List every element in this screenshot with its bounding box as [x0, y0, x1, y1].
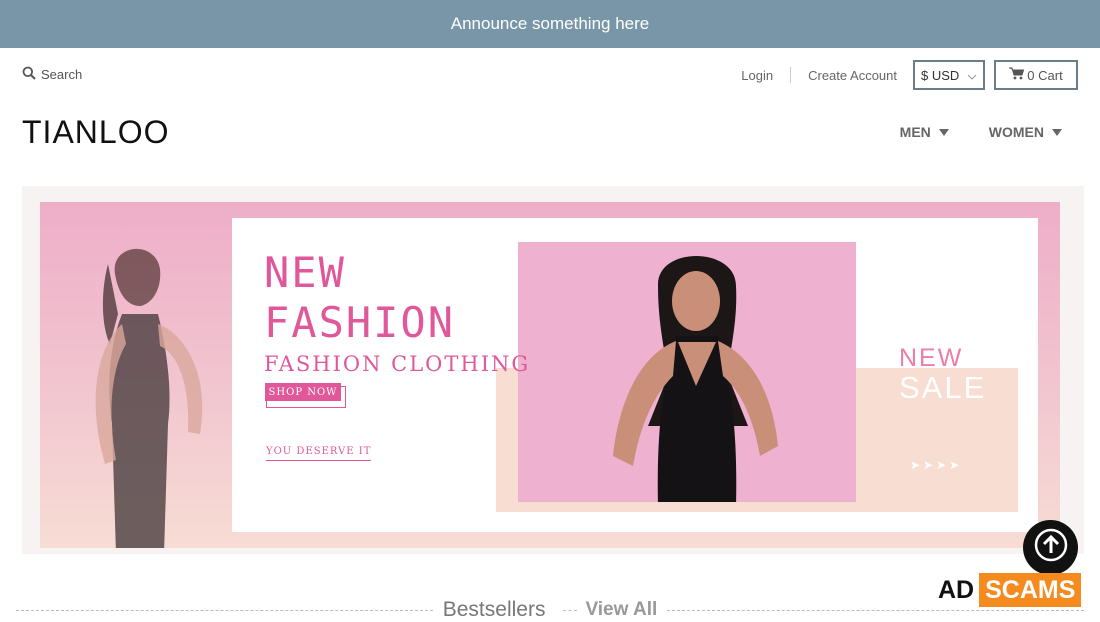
- search-icon: [22, 66, 36, 83]
- nav-item-women[interactable]: WOMEN: [989, 124, 1062, 140]
- divider: [790, 67, 792, 83]
- badge-ad-text: AD: [938, 575, 975, 604]
- store-logo[interactable]: TIANLOO: [22, 114, 169, 151]
- create-account-link[interactable]: Create Account: [808, 68, 897, 83]
- side-new-label: NEW: [899, 344, 964, 372]
- caret-down-icon: [938, 128, 949, 136]
- banner-tagline: YOU DESERVE IT: [266, 446, 372, 461]
- main-nav: MEN WOMEN: [900, 124, 1062, 140]
- banner-subtitle: FASHION CLOTHING: [264, 352, 531, 376]
- arrows-icon: ➤➤➤➤: [910, 458, 963, 472]
- bestsellers-header: Bestsellers View All: [16, 598, 1085, 622]
- announcement-text: Announce something here: [450, 14, 650, 33]
- scroll-to-top-button[interactable]: [1023, 520, 1078, 575]
- currency-value: $ USD: [921, 67, 960, 83]
- dashed-divider: [16, 609, 433, 611]
- shop-now-button[interactable]: SHOP NOW: [265, 383, 341, 401]
- banner-background: NEW FASHION FASHION CLOTHING SHOP NOW YO…: [40, 202, 1060, 548]
- search-button[interactable]: Search: [22, 66, 82, 83]
- cart-icon: [1009, 67, 1025, 83]
- model-photo-frame: [518, 242, 856, 502]
- view-all-link[interactable]: View All: [585, 599, 667, 621]
- dashed-divider: [667, 609, 1085, 611]
- model-image-left: [95, 248, 203, 548]
- side-sale-label: SALE: [899, 370, 987, 405]
- cart-label: 0 Cart: [1027, 67, 1063, 83]
- dashed-divider: [563, 609, 578, 611]
- hero-banner[interactable]: NEW FASHION FASHION CLOTHING SHOP NOW YO…: [22, 186, 1084, 554]
- caret-down-icon: [1052, 128, 1062, 136]
- model-image-center: [613, 256, 778, 502]
- arrow-up-circle-icon: [1033, 527, 1069, 568]
- banner-title-line1: NEW: [264, 248, 346, 297]
- section-title: Bestsellers: [442, 598, 546, 621]
- account-links: Login Create Account $ USD 0 Cart: [741, 60, 1078, 90]
- ad-scams-badge: AD SCAMS: [938, 573, 1082, 607]
- cart-button[interactable]: 0 Cart: [994, 60, 1078, 90]
- currency-select[interactable]: $ USD: [913, 60, 985, 90]
- nav-label: MEN: [899, 124, 931, 140]
- nav-item-men[interactable]: MEN: [900, 124, 949, 140]
- login-link[interactable]: Login: [741, 68, 773, 83]
- shop-now-frame: SHOP NOW: [265, 383, 346, 408]
- search-label: Search: [41, 67, 83, 82]
- banner-panel: NEW FASHION FASHION CLOTHING SHOP NOW YO…: [232, 218, 1038, 532]
- badge-scams-text: SCAMS: [979, 573, 1082, 607]
- banner-title-line2: FASHION: [264, 298, 456, 347]
- announcement-bar: Announce something here: [0, 0, 1100, 48]
- chevron-down-icon: [967, 68, 977, 83]
- nav-label: WOMEN: [988, 124, 1044, 140]
